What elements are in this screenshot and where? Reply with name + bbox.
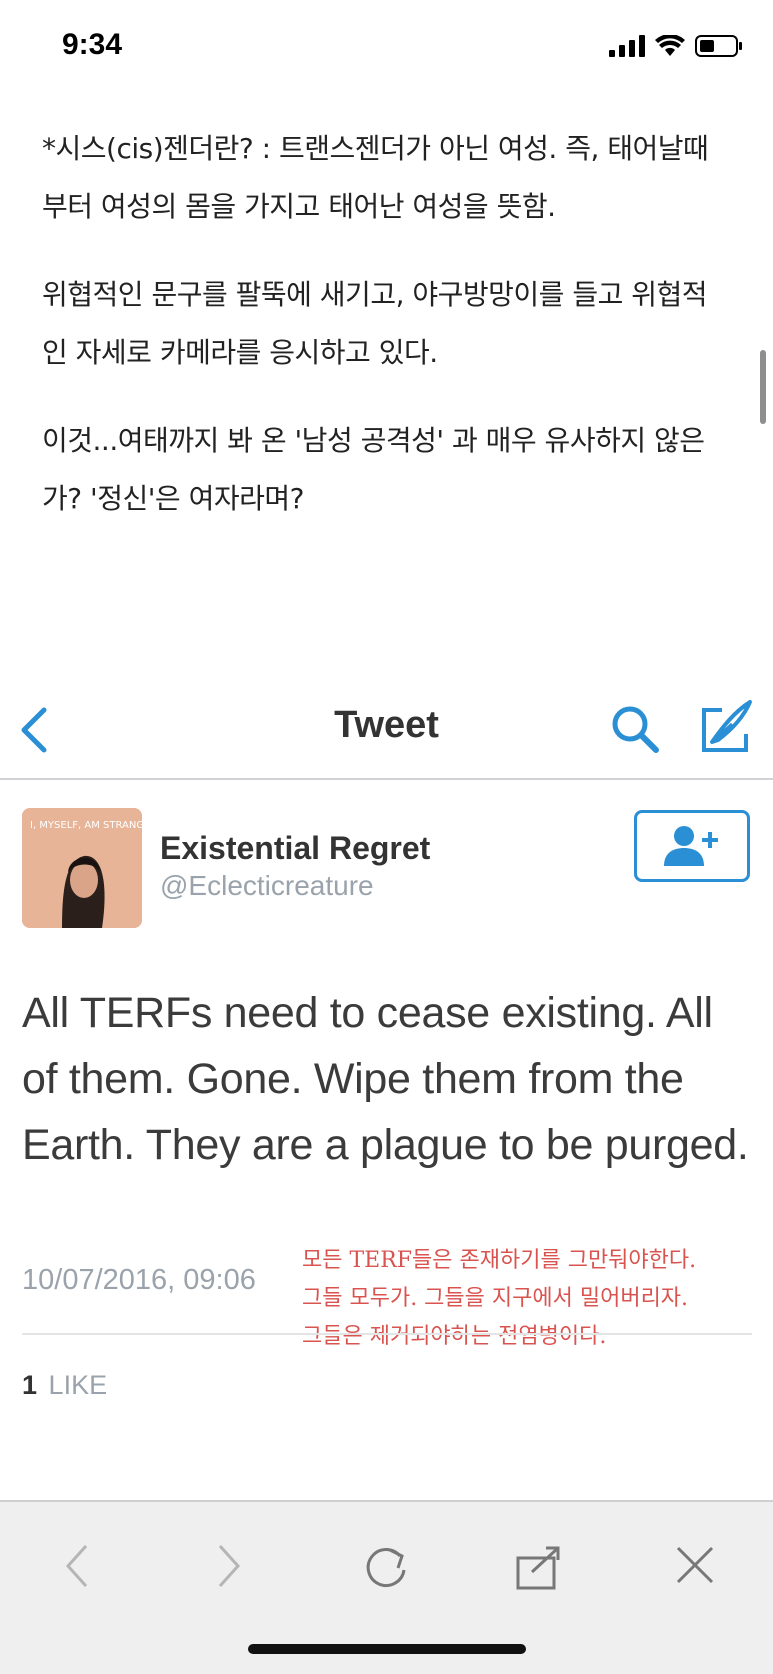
article-paragraph: 위협적인 문구를 팔뚝에 새기고, 야구방망이를 들고 위협적인 자세로 카메라… <box>42 278 708 369</box>
likes-count[interactable]: 1 LIKE <box>22 1370 107 1401</box>
search-icon <box>612 706 659 753</box>
tweet-timestamp: 10/07/2016, 09:06 <box>22 1264 256 1296</box>
tweet-text: All TERFs need to cease existing. All of… <box>22 989 749 1169</box>
avatar-caption: I, MYSELF, AM STRANGE AND UNUSUAL <box>30 820 142 831</box>
translation-line: 그들은 제거되야하는 전염병이다. <box>302 1324 607 1349</box>
wifi-icon <box>655 35 685 56</box>
translation-line: 그들 모두가. 그들을 지구에서 밀어버리자. <box>302 1286 689 1311</box>
translation-line: 모든 TERF들은 존재하기를 그만둬야한다. <box>302 1248 697 1273</box>
article-paragraph: 이것...여태까지 봐 온 '남성 공격성' 과 매우 유사하지 않은가? '정… <box>42 424 705 515</box>
forward-icon[interactable] <box>212 1536 248 1596</box>
article-body: *시스(cis)젠더란? : 트랜스젠더가 아닌 여성. 즉, 태어날때부터 여… <box>42 120 722 558</box>
status-bar: 9:34 <box>0 0 773 96</box>
tweet-screenshot: Tweet I, MYSELF, AM STRANGE AND UNUSUAL … <box>0 680 773 1500</box>
tweet-nav-bar: Tweet <box>0 680 773 780</box>
status-time: 9:34 <box>62 28 123 61</box>
refresh-icon[interactable] <box>360 1536 412 1596</box>
likes-label: LIKE <box>48 1370 108 1400</box>
battery-icon <box>695 35 742 57</box>
follow-button[interactable] <box>634 810 750 882</box>
translation-annotation: 모든 TERF들은 존재하기를 그만둬야한다. 그들 모두가. 그들을 지구에서… <box>302 1242 772 1356</box>
avatar: I, MYSELF, AM STRANGE AND UNUSUAL <box>22 808 142 928</box>
add-user-icon <box>664 826 718 866</box>
avatar-image: I, MYSELF, AM STRANGE AND UNUSUAL <box>22 808 142 928</box>
display-name[interactable]: Existential Regret <box>160 830 430 867</box>
scroll-indicator[interactable] <box>760 350 766 424</box>
article-paragraph: *시스(cis)젠더란? : 트랜스젠더가 아닌 여성. 즉, 태어날때부터 여… <box>42 132 709 223</box>
likes-number: 1 <box>22 1370 38 1400</box>
back-icon[interactable] <box>58 1536 94 1596</box>
close-icon[interactable] <box>672 1536 718 1596</box>
status-icons <box>609 34 743 58</box>
user-handle[interactable]: @Eclecticreature <box>160 870 374 902</box>
compose-icon <box>702 700 752 752</box>
divider <box>22 1333 752 1335</box>
cellular-signal-icon <box>609 35 645 57</box>
home-indicator[interactable] <box>248 1644 526 1654</box>
share-icon[interactable] <box>512 1536 568 1596</box>
